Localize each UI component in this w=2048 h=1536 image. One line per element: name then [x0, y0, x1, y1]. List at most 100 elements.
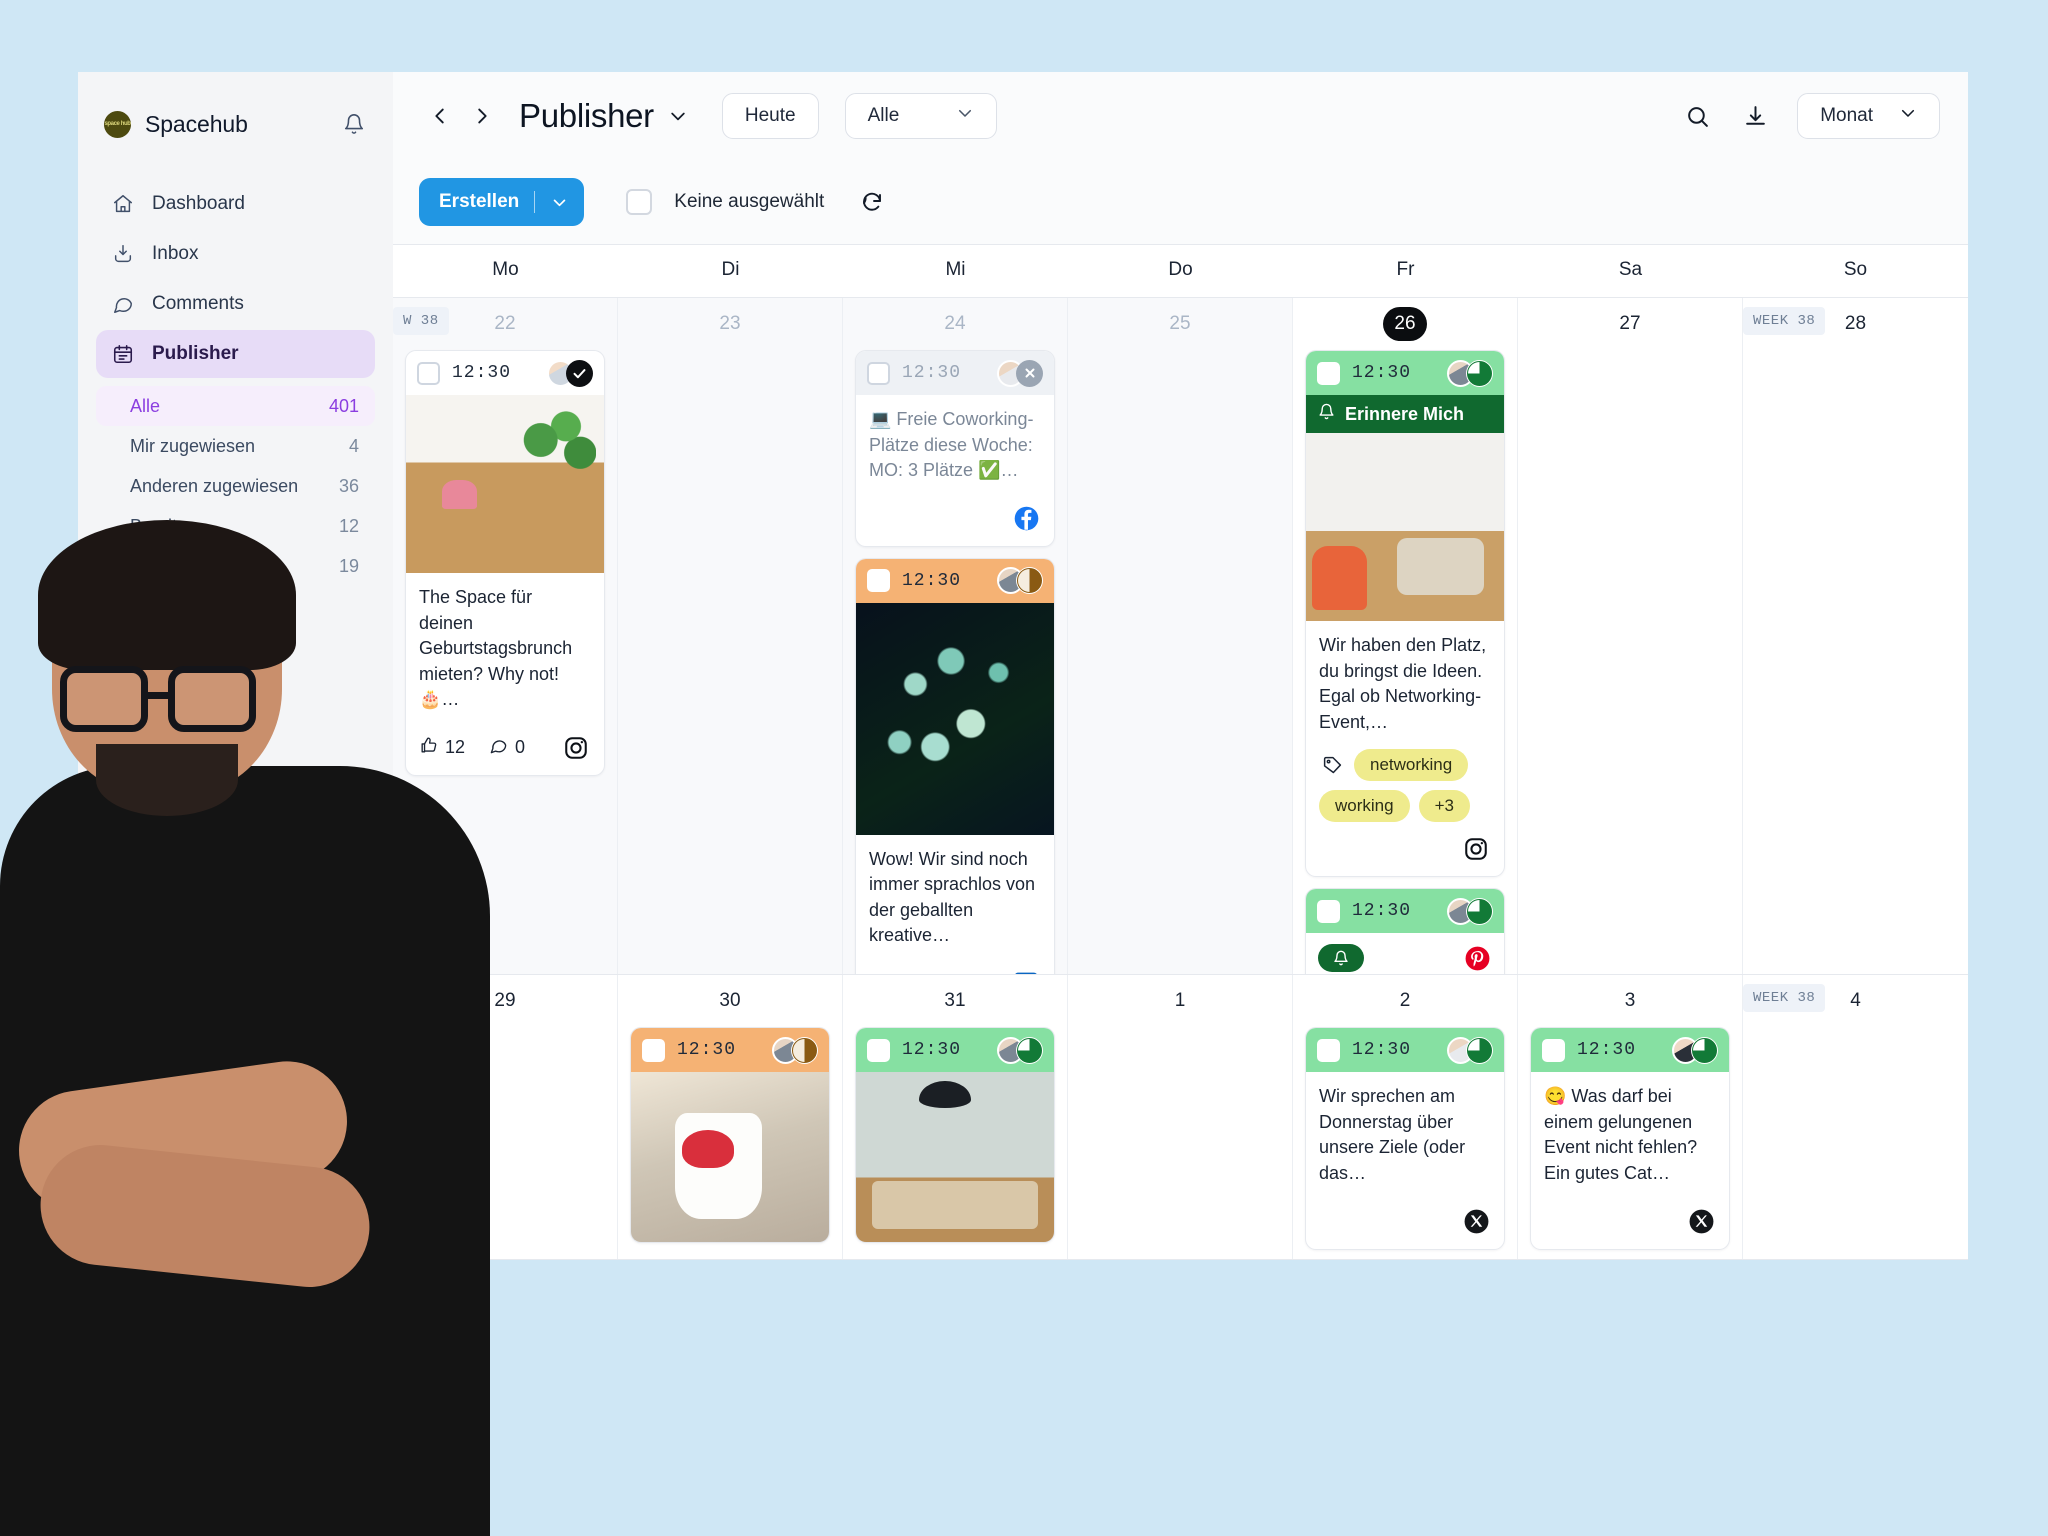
topbar: Publisher Heute Alle Monat [393, 72, 1968, 160]
day-cell-25[interactable]: 25 [1068, 298, 1293, 975]
post-checkbox[interactable] [867, 1038, 890, 1062]
post-checkbox[interactable] [642, 1038, 665, 1062]
day-cell-26[interactable]: 26 12:30 Erinnere Mich Wir haben den Pla… [1293, 298, 1518, 975]
chevron-right-icon[interactable] [461, 95, 503, 137]
day-header: 25 [1080, 298, 1280, 350]
day-cell-3[interactable]: 3 12:30 😋 Was darf bei einem gelungenen … [1518, 975, 1743, 1259]
day-number: 25 [1169, 313, 1191, 334]
post-checkbox[interactable] [1317, 899, 1340, 923]
day-cell-24[interactable]: 24 12:30 💻 Freie Coworking-Plätze diese … [843, 298, 1068, 975]
day-cell-29[interactable]: 29 [393, 975, 618, 1259]
day-number: 22 [494, 313, 516, 334]
publisher-subnav: Alle 401 Mir zugewiesen 4 Anderen zugewi… [78, 386, 393, 586]
card-header: 12:30 [1531, 1028, 1729, 1073]
subitem-count: 36 [338, 475, 359, 496]
post-text: Wow! Wir sind noch immer sprachlos von d… [869, 848, 1036, 946]
day-number: 3 [1624, 990, 1636, 1012]
pie-three-quarter-icon [1466, 359, 1493, 387]
post-checkbox[interactable] [417, 361, 440, 385]
chevron-down-icon[interactable] [535, 194, 584, 211]
spacehub-logo-icon: space hub [104, 110, 131, 138]
card-header: 12:30 [856, 351, 1054, 395]
comments-stat: 0 [489, 736, 525, 760]
day-number: 1 [1174, 990, 1186, 1012]
download-icon[interactable] [1739, 100, 1771, 132]
sidebar-item-inbox[interactable]: Inbox [96, 230, 375, 278]
day-cell-2[interactable]: 2 12:30 Wir sprechen am Donnerstag über … [1293, 975, 1518, 1259]
calendar-icon [110, 341, 136, 367]
post-card[interactable]: 12:30 [630, 1027, 830, 1244]
post-card[interactable]: 12:30 Wir sprechen am Donnerstag über un… [1305, 1027, 1505, 1250]
sidebar-item-label: Comments [152, 293, 244, 314]
calendar-week-row: W 38 22 12:30 The Space für deinen Gebur… [393, 298, 1968, 976]
post-checkbox[interactable] [867, 569, 890, 593]
subitem-count: 12 [338, 515, 359, 536]
sidebar-nav: Dashboard Inbox Comments Publisher [78, 180, 393, 380]
card-footer [856, 959, 1054, 975]
card-footer [1531, 1197, 1729, 1249]
post-card[interactable]: 12:30 The Space für deinen Geburtstagsbr… [405, 350, 605, 776]
likes-count: 12 [445, 737, 466, 758]
post-time: 12:30 [1352, 363, 1412, 383]
day-cell-4[interactable]: WEEK 38 4 [1743, 975, 1968, 1259]
sidebar-subitem-veroeffentlicht[interactable]: Veröffentlicht 19 [96, 546, 375, 586]
page-title: Publisher [519, 97, 654, 134]
create-button[interactable]: Erstellen [419, 178, 585, 226]
sidebar-subitem-mir-zugewiesen[interactable]: Mir zugewiesen 4 [96, 426, 375, 466]
weekday-label: Do [1168, 259, 1193, 280]
post-checkbox[interactable] [1317, 1038, 1340, 1062]
day-cell-23[interactable]: 23 [618, 298, 843, 975]
sidebar-subitem-alle[interactable]: Alle 401 [96, 386, 375, 426]
day-cell-27[interactable]: 27 [1518, 298, 1743, 975]
post-card[interactable]: 12:30 [855, 1027, 1055, 1244]
post-card[interactable]: 12:30 [1305, 888, 1505, 975]
bell-icon [1318, 403, 1335, 425]
post-card[interactable]: 12:30 💻 Freie Coworking-Plätze diese Woc… [855, 350, 1055, 547]
card-header-right [997, 1036, 1043, 1064]
day-header: 2 [1305, 975, 1505, 1027]
post-checkbox[interactable] [1317, 361, 1340, 385]
day-cell-1[interactable]: 1 [1068, 975, 1293, 1259]
refresh-icon[interactable] [858, 188, 886, 216]
post-checkbox[interactable] [867, 361, 890, 385]
sidebar-subitem-anderen-zugewiesen[interactable]: Anderen zugewiesen 36 [96, 466, 375, 506]
card-header: 12:30 [1306, 889, 1504, 934]
subitem-count: 4 [348, 435, 359, 456]
search-icon[interactable] [1681, 100, 1713, 132]
sidebar-item-comments[interactable]: Comments [96, 280, 375, 328]
select-all-checkbox[interactable] [626, 189, 653, 215]
view-select-monat[interactable]: Monat [1797, 93, 1940, 139]
day-cell-31[interactable]: 31 12:30 [843, 975, 1068, 1259]
pie-three-quarter-icon [1466, 1036, 1493, 1064]
post-card[interactable]: 12:30 Wow! Wir sind noch immer sprachlos… [855, 557, 1055, 975]
day-number: 31 [944, 990, 966, 1012]
post-card[interactable]: 12:30 😋 Was darf bei einem gelungenen Ev… [1530, 1027, 1730, 1250]
post-card[interactable]: 12:30 [1305, 350, 1505, 878]
pie-three-quarter-icon [1016, 1036, 1043, 1064]
today-button[interactable]: Heute [721, 93, 819, 139]
post-image [631, 1072, 829, 1243]
sidebar-item-dashboard[interactable]: Dashboard [96, 180, 375, 228]
view-label: Monat [1820, 105, 1873, 126]
day-number: 28 [1844, 313, 1867, 334]
sidebar-subitem-bereit[interactable]: Bereit 12 [96, 506, 375, 546]
post-checkbox[interactable] [1542, 1038, 1565, 1062]
bell-icon[interactable] [341, 111, 367, 137]
chevron-down-icon[interactable] [668, 106, 688, 126]
filter-select[interactable]: Alle [844, 93, 997, 139]
card-header-right [1447, 359, 1493, 387]
tag-chip-more[interactable]: +3 [1418, 790, 1470, 823]
secondary-toolbar: Erstellen Keine ausgewählt [393, 160, 1968, 244]
sidebar-item-publisher[interactable]: Publisher [96, 330, 375, 378]
tag-chip[interactable]: networking [1354, 749, 1469, 782]
tag-chip[interactable]: working [1319, 790, 1410, 823]
post-text: The Space für deinen Geburtstagsbrunch m… [419, 587, 573, 710]
calendar-weeks: W 38 22 12:30 The Space für deinen Gebur… [393, 298, 1968, 1260]
chevron-left-icon[interactable] [419, 95, 461, 137]
pie-half-icon [1016, 567, 1043, 595]
reminder-label: Erinnere Mich [1345, 403, 1465, 424]
day-cell-30[interactable]: 30 12:30 [618, 975, 843, 1259]
day-cell-22[interactable]: W 38 22 12:30 The Space für deinen Gebur… [393, 298, 618, 975]
day-cell-28[interactable]: WEEK 38 28 [1743, 298, 1968, 975]
card-header: 12:30 [1306, 1028, 1504, 1073]
